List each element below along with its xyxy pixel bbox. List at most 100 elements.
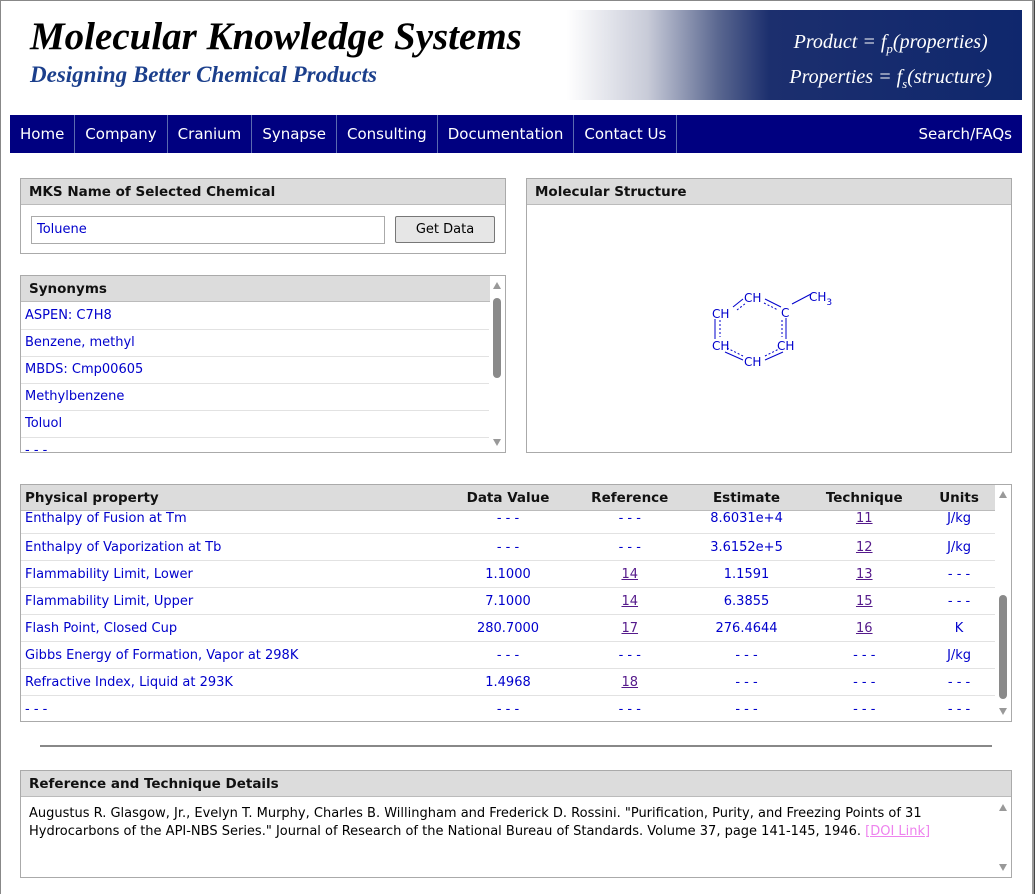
nav-company[interactable]: Company [75,115,168,153]
scroll-down-icon[interactable] [493,439,501,446]
formula-line-2: Properties = fs(structure) [789,66,992,91]
synonym-item[interactable]: Toluol [21,411,489,438]
estimate-value: 1.1591 [723,566,770,582]
column-header: Estimate [712,489,781,506]
units-value: J/kg [947,647,972,663]
nav-cranium[interactable]: Cranium [168,115,253,153]
estimate-value: - - - [735,674,758,690]
property-name[interactable]: Flammability Limit, Upper [21,594,444,609]
data-value: 7.1000 [485,593,531,609]
technique-link[interactable]: 11 [805,511,923,526]
property-name[interactable]: Refractive Index, Liquid at 293K [21,675,444,690]
technique-link[interactable]: 13 [805,567,923,582]
atom-label: C [781,306,789,320]
property-name[interactable]: Gibbs Energy of Formation, Vapor at 298K [21,648,444,663]
data-value: 280.7000 [476,620,540,636]
property-row: Gibbs Energy of Formation, Vapor at 298K… [21,642,995,669]
get-data-button[interactable]: Get Data [395,216,495,243]
property-scrollbar[interactable] [996,485,1011,721]
nav-search-faqs[interactable]: Search/FAQs [909,115,1022,153]
synonym-item[interactable]: MBDS: Cmp00605 [21,357,489,384]
atom-label: CH [744,291,761,305]
reference-link[interactable]: 14 [572,567,688,582]
synonym-item[interactable]: Methylbenzene [21,384,489,411]
nav-documentation[interactable]: Documentation [438,115,575,153]
reference-link: - - - [618,539,641,555]
reference-header: Reference and Technique Details [21,771,1011,797]
property-name[interactable]: - - - [21,702,444,717]
technique-link: - - - [853,674,876,690]
synonyms-header: Synonyms [21,276,491,302]
estimate-value: 8.6031e+4 [710,511,783,526]
units-value: - - - [947,701,971,717]
technique-link[interactable]: 15 [805,594,923,609]
units-value: J/kg [947,511,972,526]
chemical-name-header: MKS Name of Selected Chemical [21,179,505,205]
chemical-name-input[interactable]: Toluene [31,216,385,244]
data-value: - - - [496,647,520,663]
synonyms-list: ASPEN: C7H8 Benzene, methyl MBDS: Cmp006… [21,303,489,452]
molecular-structure-panel: Molecular Structure CH CH C CH CH CH CH3 [526,178,1012,453]
property-table-panel: Physical property Data Value Reference E… [20,484,1012,722]
reference-link[interactable]: 18 [572,675,688,690]
units-value: - - - [947,674,971,690]
synonyms-scrollbar[interactable] [490,276,505,452]
units-value: - - - [947,566,971,582]
technique-link: - - - [853,701,876,717]
technique-link[interactable]: 12 [805,540,923,555]
estimate-value: 6.3855 [723,593,770,609]
scroll-thumb[interactable] [999,595,1007,699]
data-value: - - - [496,511,520,526]
reference-link[interactable]: 14 [572,594,688,609]
nav-synapse[interactable]: Synapse [252,115,337,153]
column-header: Technique [825,489,903,506]
property-row: Flammability Limit, Upper 7.1000 14 6.3855 1… [21,588,995,615]
synonym-item[interactable]: - - - [21,438,489,452]
reference-link: - - - [618,701,641,717]
data-value: 1.1000 [485,566,531,582]
citation-text: Augustus R. Glasgow, Jr., Evelyn T. Murp… [29,806,922,839]
technique-link[interactable]: 16 [805,621,923,636]
property-table-header: Physical property Data Value Reference E… [21,485,995,511]
reference-link: - - - [618,511,641,526]
estimate-value: - - - [735,701,758,717]
reference-panel: Reference and Technique Details Augustus… [20,770,1012,878]
atom-label: CH [744,355,761,369]
estimate-value: 276.4644 [715,620,778,636]
property-row: Enthalpy of Vaporization at Tb - - - - - -… [21,534,995,561]
property-table: Physical property Data Value Reference E… [21,485,995,721]
atom-label: CH [777,339,794,353]
property-name[interactable]: Enthalpy of Vaporization at Tb [21,540,444,555]
property-name[interactable]: Flash Point, Closed Cup [21,621,444,636]
reference-scrollbar[interactable] [996,798,1011,877]
toluene-structure-diagram: CH CH C CH CH CH CH3 [712,290,832,369]
units-value: J/kg [947,539,972,555]
property-row: Refractive Index, Liquid at 293K 1.4968 18… [21,669,995,696]
scroll-down-icon[interactable] [999,708,1007,715]
scroll-down-icon[interactable] [999,864,1007,871]
chemical-name-panel: MKS Name of Selected Chemical Toluene Ge… [20,178,506,254]
reference-text: Augustus R. Glasgow, Jr., Evelyn T. Murp… [29,805,991,841]
property-row: Flammability Limit, Lower 1.1000 14 1.1591 1… [21,561,995,588]
nav-consulting[interactable]: Consulting [337,115,438,153]
column-header: Units [939,489,979,506]
nav-contact-us[interactable]: Contact Us [574,115,678,153]
doi-link[interactable]: [DOI Link] [865,824,930,839]
scroll-up-icon[interactable] [999,491,1007,498]
synonym-item[interactable]: Benzene, methyl [21,330,489,357]
property-name[interactable]: Enthalpy of Fusion at Tm [21,511,444,526]
reference-link[interactable]: 17 [572,621,688,636]
site-tagline: Designing Better Chemical Products [30,62,377,87]
scroll-thumb[interactable] [493,298,501,378]
scroll-up-icon[interactable] [999,804,1007,811]
scroll-up-icon[interactable] [493,282,501,289]
synonyms-panel: Synonyms ASPEN: C7H8 Benzene, methyl MBD… [20,275,506,453]
column-header: Physical property [25,489,159,506]
data-value: - - - [496,539,520,555]
nav-home[interactable]: Home [10,115,76,153]
formula-line-1: Product = fp(properties) [793,31,988,56]
property-name[interactable]: Flammability Limit, Lower [21,567,444,582]
atom-label: CH [712,339,729,353]
property-row: - - -- - -- - -- - -- - -- - - [21,696,995,721]
synonym-item[interactable]: ASPEN: C7H8 [21,303,489,330]
